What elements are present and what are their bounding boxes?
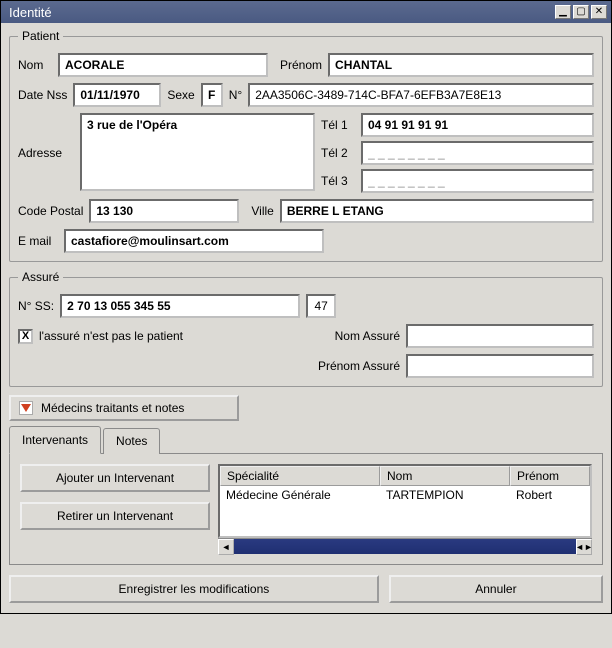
table-body: Médecine GénéraleTARTEMPIONRobert bbox=[220, 486, 590, 504]
sexe-label: Sexe bbox=[167, 88, 194, 102]
email-field[interactable] bbox=[64, 229, 324, 253]
tabstrip: Intervenants Notes bbox=[9, 425, 603, 453]
cell-specialite: Médecine Générale bbox=[220, 486, 380, 504]
scroll-right-icon[interactable]: ◄► bbox=[576, 539, 592, 555]
tabs: Intervenants Notes Ajouter un Intervenan… bbox=[9, 425, 603, 565]
scroll-track[interactable] bbox=[234, 539, 576, 554]
cancel-button[interactable]: Annuler bbox=[389, 575, 603, 603]
email-label: E mail bbox=[18, 234, 58, 248]
tel1-label: Tél 1 bbox=[321, 118, 355, 132]
cell-prenom: Robert bbox=[510, 486, 590, 504]
close-button[interactable]: ✕ bbox=[591, 5, 607, 19]
datenss-field[interactable] bbox=[73, 83, 161, 107]
tel2-field[interactable] bbox=[361, 141, 594, 165]
col-specialite[interactable]: Spécialité bbox=[220, 466, 380, 486]
nom-label: Nom bbox=[18, 58, 52, 72]
identity-window: Identité ▁ ▢ ✕ Patient Nom Prénom Date N… bbox=[0, 0, 612, 614]
cell-nom: TARTEMPION bbox=[380, 486, 510, 504]
prenom-field[interactable] bbox=[328, 53, 594, 77]
patient-legend: Patient bbox=[18, 29, 63, 43]
tel2-label: Tél 2 bbox=[321, 146, 355, 160]
not-patient-label: l'assuré n'est pas le patient bbox=[39, 329, 183, 343]
col-prenom[interactable]: Prénom bbox=[510, 466, 590, 486]
minimize-button[interactable]: ▁ bbox=[555, 5, 571, 19]
sexe-field[interactable] bbox=[201, 83, 223, 107]
ville-field[interactable] bbox=[280, 199, 594, 223]
tel1-field[interactable] bbox=[361, 113, 594, 137]
cp-field[interactable] bbox=[89, 199, 239, 223]
num-label: N° bbox=[229, 88, 242, 102]
nss-label: N° SS: bbox=[18, 299, 54, 313]
maximize-button[interactable]: ▢ bbox=[573, 5, 589, 19]
assure-group: Assuré N° SS: X l'assuré n'est pas le pa… bbox=[9, 270, 603, 387]
assure-nom-label: Nom Assuré bbox=[304, 329, 400, 343]
nss-field[interactable] bbox=[60, 294, 300, 318]
table-header: Spécialité Nom Prénom bbox=[220, 466, 590, 486]
ville-label: Ville bbox=[251, 204, 273, 218]
tab-panel-intervenants: Ajouter un Intervenant Retirer un Interv… bbox=[9, 453, 603, 565]
add-intervenant-button[interactable]: Ajouter un Intervenant bbox=[20, 464, 210, 492]
remove-intervenant-button[interactable]: Retirer un Intervenant bbox=[20, 502, 210, 530]
titlebar: Identité ▁ ▢ ✕ bbox=[1, 1, 611, 23]
doctors-section-toggle[interactable]: Médecins traitants et notes bbox=[9, 395, 239, 421]
tab-notes[interactable]: Notes bbox=[103, 428, 160, 454]
assure-prenom-field[interactable] bbox=[406, 354, 594, 378]
assure-nom-field[interactable] bbox=[406, 324, 594, 348]
nss-key-field[interactable] bbox=[306, 294, 336, 318]
scroll-left-icon[interactable]: ◄ bbox=[218, 539, 234, 555]
client-area: Patient Nom Prénom Date Nss Sexe N° Adre… bbox=[1, 23, 611, 613]
footer-buttons: Enregistrer les modifications Annuler bbox=[9, 575, 603, 603]
not-patient-checkbox[interactable]: X bbox=[18, 329, 33, 344]
save-button[interactable]: Enregistrer les modifications bbox=[9, 575, 379, 603]
chevron-down-icon bbox=[19, 401, 33, 415]
assure-prenom-label: Prénom Assuré bbox=[304, 359, 400, 373]
tab-intervenants[interactable]: Intervenants bbox=[9, 426, 101, 454]
horizontal-scrollbar[interactable]: ◄ ◄► bbox=[218, 538, 592, 554]
doctors-section-label: Médecins traitants et notes bbox=[41, 401, 184, 415]
intervenants-table[interactable]: Spécialité Nom Prénom Médecine GénéraleT… bbox=[218, 464, 592, 538]
tel3-label: Tél 3 bbox=[321, 174, 355, 188]
adresse-field[interactable] bbox=[80, 113, 315, 191]
assure-legend: Assuré bbox=[18, 270, 63, 284]
nom-field[interactable] bbox=[58, 53, 268, 77]
adresse-label: Adresse bbox=[18, 146, 74, 160]
prenom-label: Prénom bbox=[280, 58, 322, 72]
tel3-field[interactable] bbox=[361, 169, 594, 193]
window-title: Identité bbox=[5, 5, 553, 20]
cp-label: Code Postal bbox=[18, 204, 83, 218]
num-field[interactable] bbox=[248, 83, 594, 107]
datenss-label: Date Nss bbox=[18, 88, 67, 102]
col-nom[interactable]: Nom bbox=[380, 466, 510, 486]
table-row[interactable]: Médecine GénéraleTARTEMPIONRobert bbox=[220, 486, 590, 504]
patient-group: Patient Nom Prénom Date Nss Sexe N° Adre… bbox=[9, 29, 603, 262]
